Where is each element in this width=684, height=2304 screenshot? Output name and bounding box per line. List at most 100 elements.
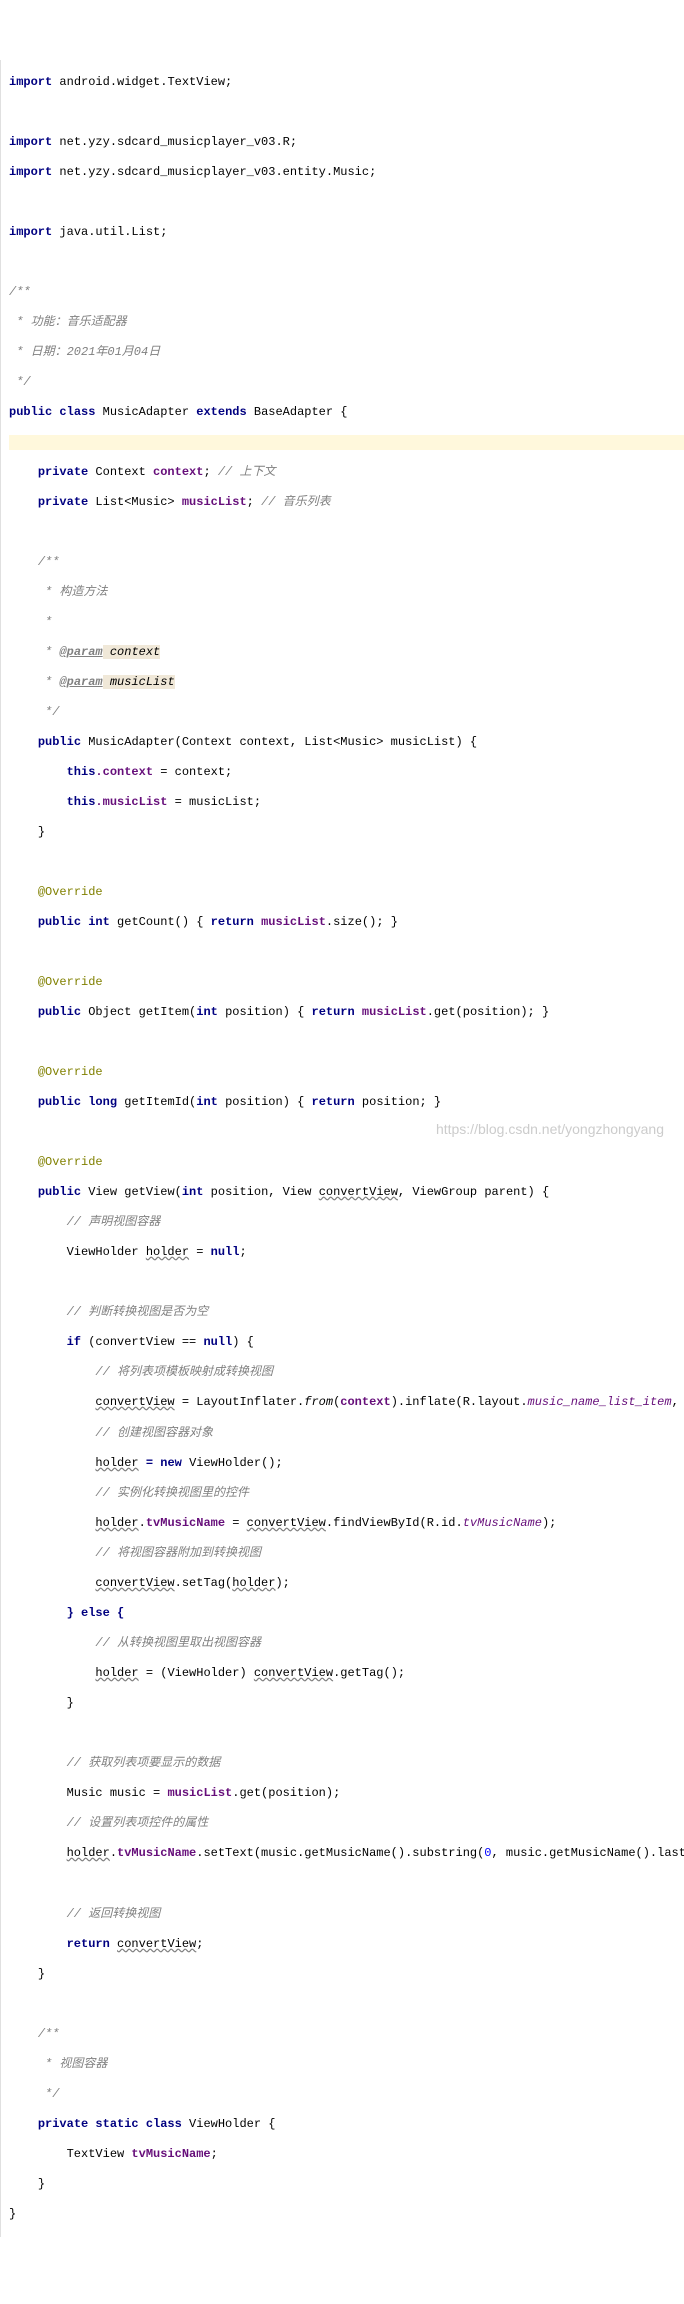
code-line[interactable]: private List<Music> musicList; // 音乐列表 xyxy=(9,495,684,510)
code-line[interactable]: // 从转换视图里取出视图容器 xyxy=(9,1636,684,1651)
code-line[interactable]: @Override xyxy=(9,1065,684,1080)
code-line[interactable]: return convertView; xyxy=(9,1937,684,1952)
text: = context; xyxy=(153,765,232,779)
code-line[interactable]: holder.tvMusicName = convertView.findVie… xyxy=(9,1516,684,1531)
text: ( xyxy=(333,1395,340,1409)
code-line[interactable]: */ xyxy=(9,375,684,390)
field: context xyxy=(153,465,203,479)
keyword: return xyxy=(67,1937,117,1951)
code-line[interactable]: import net.yzy.sdcard_musicplayer_v03.R; xyxy=(9,135,684,150)
code-line[interactable] xyxy=(9,855,684,870)
keyword: this xyxy=(67,765,96,779)
brace: } xyxy=(38,2177,45,2191)
text: . xyxy=(110,1846,117,1860)
code-line[interactable]: convertView.setTag(holder); xyxy=(9,1576,684,1591)
code-line[interactable]: /** xyxy=(9,2027,684,2042)
text: .getTag(); xyxy=(333,1666,405,1680)
code-line[interactable] xyxy=(9,255,684,270)
code-line[interactable]: * @param musicList xyxy=(9,675,684,690)
code-line[interactable]: this.musicList = musicList; xyxy=(9,795,684,810)
code-line[interactable]: */ xyxy=(9,705,684,720)
code-line[interactable]: @Override xyxy=(9,885,684,900)
highlighted-line[interactable] xyxy=(9,435,684,450)
static-field: tvMusicName xyxy=(463,1516,542,1530)
code-line[interactable]: public MusicAdapter(Context context, Lis… xyxy=(9,735,684,750)
field: musicList xyxy=(182,495,247,509)
code-line[interactable]: /** xyxy=(9,555,684,570)
code-line[interactable] xyxy=(9,195,684,210)
code-editor[interactable]: import android.widget.TextView; import n… xyxy=(0,60,684,2237)
static-field: music_name_list_item xyxy=(528,1395,672,1409)
code-line[interactable]: @Override xyxy=(9,975,684,990)
code-line[interactable]: // 设置列表项控件的属性 xyxy=(9,1816,684,1831)
code-line[interactable]: * 构造方法 xyxy=(9,585,684,600)
code-line[interactable]: ViewHolder holder = null; xyxy=(9,1245,684,1260)
code-line[interactable]: public View getView(int position, View c… xyxy=(9,1185,684,1200)
code-line[interactable]: } xyxy=(9,2207,684,2222)
comment: // 将列表项模板映射成转换视图 xyxy=(95,1365,273,1379)
code-line[interactable]: */ xyxy=(9,2087,684,2102)
annotation: @Override xyxy=(38,885,103,899)
code-line[interactable]: TextView tvMusicName; xyxy=(9,2147,684,2162)
code-line[interactable] xyxy=(9,1877,684,1892)
code-line[interactable] xyxy=(9,525,684,540)
var: holder xyxy=(95,1456,138,1470)
code-line[interactable] xyxy=(9,105,684,120)
code-line[interactable]: // 实例化转换视图里的控件 xyxy=(9,1486,684,1501)
code-line[interactable]: * 功能：音乐适配器 xyxy=(9,315,684,330)
code-line[interactable] xyxy=(9,1726,684,1741)
type: List<Music> xyxy=(95,495,181,509)
code-line[interactable]: // 将视图容器附加到转换视图 xyxy=(9,1546,684,1561)
var: holder xyxy=(146,1245,189,1259)
text: .setText(music.getMusicName().substring( xyxy=(196,1846,484,1860)
code-line[interactable]: * xyxy=(9,615,684,630)
doc-tag: @param xyxy=(59,675,102,689)
code-line[interactable]: } xyxy=(9,825,684,840)
javadoc: * 功能：音乐适配器 xyxy=(9,315,127,329)
code-line[interactable]: /** xyxy=(9,285,684,300)
code-line[interactable]: // 创建视图容器对象 xyxy=(9,1426,684,1441)
doc-param: musicList xyxy=(103,675,175,689)
code-line[interactable]: * 视图容器 xyxy=(9,2057,684,2072)
param: position, View xyxy=(211,1185,319,1199)
text: ; xyxy=(196,1937,203,1951)
number: 0 xyxy=(484,1846,491,1860)
code-line[interactable]: private static class ViewHolder { xyxy=(9,2117,684,2132)
code-line[interactable]: import android.widget.TextView; xyxy=(9,75,684,90)
code-line[interactable]: import net.yzy.sdcard_musicplayer_v03.en… xyxy=(9,165,684,180)
code-line[interactable]: private Context context; // 上下文 xyxy=(9,465,684,480)
code-line[interactable]: } xyxy=(9,1696,684,1711)
code-line[interactable]: } xyxy=(9,1967,684,1982)
code-line[interactable]: * 日期：2021年01月04日 xyxy=(9,345,684,360)
code-line[interactable]: public long getItemId(int position) { re… xyxy=(9,1095,684,1110)
code-line[interactable]: Music music = musicList.get(position); xyxy=(9,1786,684,1801)
code-line[interactable]: public int getCount() { return musicList… xyxy=(9,915,684,930)
field: context xyxy=(340,1395,390,1409)
code-line[interactable] xyxy=(9,1997,684,2012)
code-line[interactable]: import java.util.List; xyxy=(9,225,684,240)
javadoc: * xyxy=(38,645,60,659)
code-line[interactable]: public class MusicAdapter extends BaseAd… xyxy=(9,405,684,420)
code-line[interactable] xyxy=(9,1035,684,1050)
code-line[interactable]: convertView = LayoutInflater.from(contex… xyxy=(9,1395,684,1411)
code-line[interactable]: this.context = context; xyxy=(9,765,684,780)
code-line[interactable] xyxy=(9,1275,684,1290)
code-line[interactable]: } else { xyxy=(9,1606,684,1621)
comment: // 声明视图容器 xyxy=(67,1215,161,1229)
code-line[interactable]: // 获取列表项要显示的数据 xyxy=(9,1756,684,1771)
code-line[interactable]: public Object getItem(int position) { re… xyxy=(9,1005,684,1020)
code-line[interactable]: holder.tvMusicName.setText(music.getMusi… xyxy=(9,1846,684,1862)
text: = LayoutInflater. xyxy=(175,1395,305,1409)
code-line[interactable]: // 判断转换视图是否为空 xyxy=(9,1305,684,1320)
code-line[interactable]: @Override xyxy=(9,1155,684,1170)
code-line[interactable] xyxy=(9,945,684,960)
code-line[interactable]: } xyxy=(9,2177,684,2192)
code-line[interactable]: holder = new ViewHolder(); xyxy=(9,1456,684,1471)
code-line[interactable]: holder = (ViewHolder) convertView.getTag… xyxy=(9,1666,684,1681)
code-line[interactable]: // 声明视图容器 xyxy=(9,1215,684,1230)
package-path: java.util.List; xyxy=(52,225,167,239)
code-line[interactable]: if (convertView == null) { xyxy=(9,1335,684,1350)
code-line[interactable]: // 将列表项模板映射成转换视图 xyxy=(9,1365,684,1380)
code-line[interactable]: * @param context xyxy=(9,645,684,660)
code-line[interactable]: // 返回转换视图 xyxy=(9,1907,684,1922)
